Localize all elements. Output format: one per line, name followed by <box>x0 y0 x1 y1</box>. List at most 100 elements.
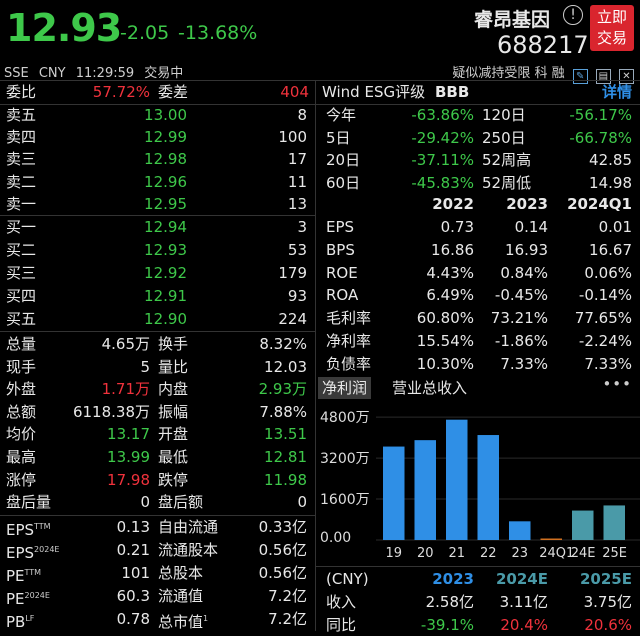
level-volume: 17 <box>287 150 307 169</box>
val-label: 自由流通 <box>158 516 218 538</box>
val-value: 0.13 <box>116 518 150 536</box>
trade-status: 交易中 <box>144 66 184 81</box>
forecast-row: 同比 -39.1% 20.4% 20.6% <box>318 614 640 636</box>
perf-label: 250日 <box>482 128 526 147</box>
fin-value: 73.21% <box>490 309 548 328</box>
order-level-卖二: 卖二 12.96 11 <box>0 171 315 193</box>
perf-value: -29.42% <box>411 128 474 147</box>
val-value: 0.33亿 <box>258 518 307 536</box>
valuation-row: EPSTTM 0.13 自由流通 0.33亿 <box>0 516 315 539</box>
fin-value: -0.45% <box>494 286 548 305</box>
val-label: PE2024E <box>6 585 50 610</box>
chart-tabs: 净利润 营业总收入 ••• <box>318 375 640 399</box>
fin-value: 16.67 <box>589 240 632 259</box>
tab-total-revenue[interactable]: 营业总收入 <box>388 377 471 399</box>
level-price: 13.00 <box>144 106 187 124</box>
level-price: 12.92 <box>144 264 187 282</box>
forecast-value: 3.75亿 <box>583 593 632 611</box>
perf-value: 42.85 <box>589 151 632 170</box>
val-label-suffix: 2024E <box>34 545 60 554</box>
level-label: 卖二 <box>6 172 37 191</box>
val-label-text: 总股本 <box>158 564 204 582</box>
fin-value: -2.24% <box>578 332 632 350</box>
level-price: 12.93 <box>144 241 187 259</box>
stat-value: 0 <box>140 493 150 512</box>
bar-21 <box>446 419 468 540</box>
val-label-text: PE <box>6 567 25 585</box>
order-ratio-row: 委比 57.72% 委差 404 <box>0 81 315 103</box>
fin-value: 7.33% <box>500 354 548 373</box>
x-tick-label: 22 <box>479 546 497 561</box>
fin-value: 0.06% <box>584 263 632 282</box>
fin-row: ROE 4.43% 0.84% 0.06% <box>318 262 640 284</box>
fin-value: 77.65% <box>574 309 632 328</box>
level-label: 卖五 <box>6 106 37 124</box>
bar-24E <box>572 510 594 540</box>
level-volume: 8 <box>297 106 307 124</box>
more-icon[interactable]: ••• <box>602 375 632 393</box>
level-volume: 100 <box>278 128 307 147</box>
forecast-header: (CNY) 2023 2024E 2025E <box>318 568 640 590</box>
val-label-suffix: 2024E <box>24 591 50 600</box>
level-volume: 224 <box>278 310 307 328</box>
trade-now-button[interactable]: 立即 交易 <box>590 5 634 51</box>
val-label: 流通股本 <box>158 539 218 561</box>
level-label: 卖三 <box>6 150 37 169</box>
perf-row: 5日 -29.42% 250日 -66.78% <box>318 127 640 149</box>
fin-header: 2022 2023 2024Q1 <box>318 193 640 215</box>
market-status-bar: SSE CNY 11:29:59 交易中 <box>4 62 183 81</box>
perf-value: 14.98 <box>589 173 632 192</box>
price-change-pct: -13.68% <box>178 22 258 44</box>
valuation-row: PE2024E 60.3 流通值 7.2亿 <box>0 585 315 610</box>
perf-label: 52周高 <box>482 151 532 170</box>
val-label-text: 总市值 <box>158 613 204 631</box>
stats-row: 总量 4.65万 换手 8.32% <box>0 333 315 355</box>
stat-value: 12.81 <box>264 448 307 466</box>
level-label: 卖四 <box>6 128 37 147</box>
perf-label: 60日 <box>326 173 361 192</box>
order-level-买一: 买一 12.94 3 <box>0 216 315 238</box>
val-label-text: EPS <box>6 544 35 562</box>
val-label-text: EPS <box>6 521 35 539</box>
order-level-卖一: 卖一 12.95 13 <box>0 193 315 215</box>
stat-label: 均价 <box>6 425 37 444</box>
stat-value: 4.65万 <box>101 335 150 353</box>
bar-20 <box>414 440 436 540</box>
stat-label: 盘后额 <box>158 493 204 512</box>
fin-value: 0.84% <box>500 263 548 282</box>
info-icon[interactable]: ! <box>563 5 583 25</box>
level-price: 12.96 <box>144 172 187 191</box>
stat-value: 13.51 <box>264 425 307 444</box>
val-label-text: PE <box>6 590 25 608</box>
bar-25E <box>603 505 625 540</box>
stat-value: 8.32% <box>259 335 307 353</box>
val-value: 0.21 <box>116 541 150 559</box>
val-label: 流通值 <box>158 585 203 607</box>
stat-label: 最低 <box>158 448 189 466</box>
stat-label: 振幅 <box>158 402 189 421</box>
fin-value: 0.14 <box>514 218 548 236</box>
level-label: 卖一 <box>6 194 37 213</box>
trade-button-line2: 交易 <box>596 29 627 47</box>
order-level-卖五: 卖五 13.00 8 <box>0 104 315 126</box>
val-label-text: 流通股本 <box>158 541 219 559</box>
val-label-text: 自由流通 <box>158 518 219 536</box>
perf-label: 今年 <box>326 106 357 124</box>
order-level-买三: 买三 12.92 179 <box>0 262 315 284</box>
stats-row: 现手 5 量比 12.03 <box>0 356 315 378</box>
val-label: PETTM <box>6 562 41 587</box>
val-label-text: 流通值 <box>158 587 204 605</box>
fin-value: 7.33% <box>584 354 632 373</box>
val-label: EPS2024E <box>6 539 59 564</box>
esg-detail-link[interactable]: 详情 <box>602 81 632 103</box>
order-level-买五: 买五 12.90 224 <box>0 308 315 330</box>
ratio-value: 57.72% <box>92 83 150 101</box>
y-tick-label: 0.00 <box>320 530 352 546</box>
tab-net-profit[interactable]: 净利润 <box>318 377 372 399</box>
level-price: 12.90 <box>144 310 187 328</box>
level-price: 12.95 <box>144 194 187 213</box>
stat-value: 11.98 <box>264 470 307 489</box>
level-price: 12.94 <box>144 218 187 236</box>
stats-row: 盘后量 0 盘后额 0 <box>0 491 315 513</box>
val-label: 总市值1 <box>158 608 208 633</box>
